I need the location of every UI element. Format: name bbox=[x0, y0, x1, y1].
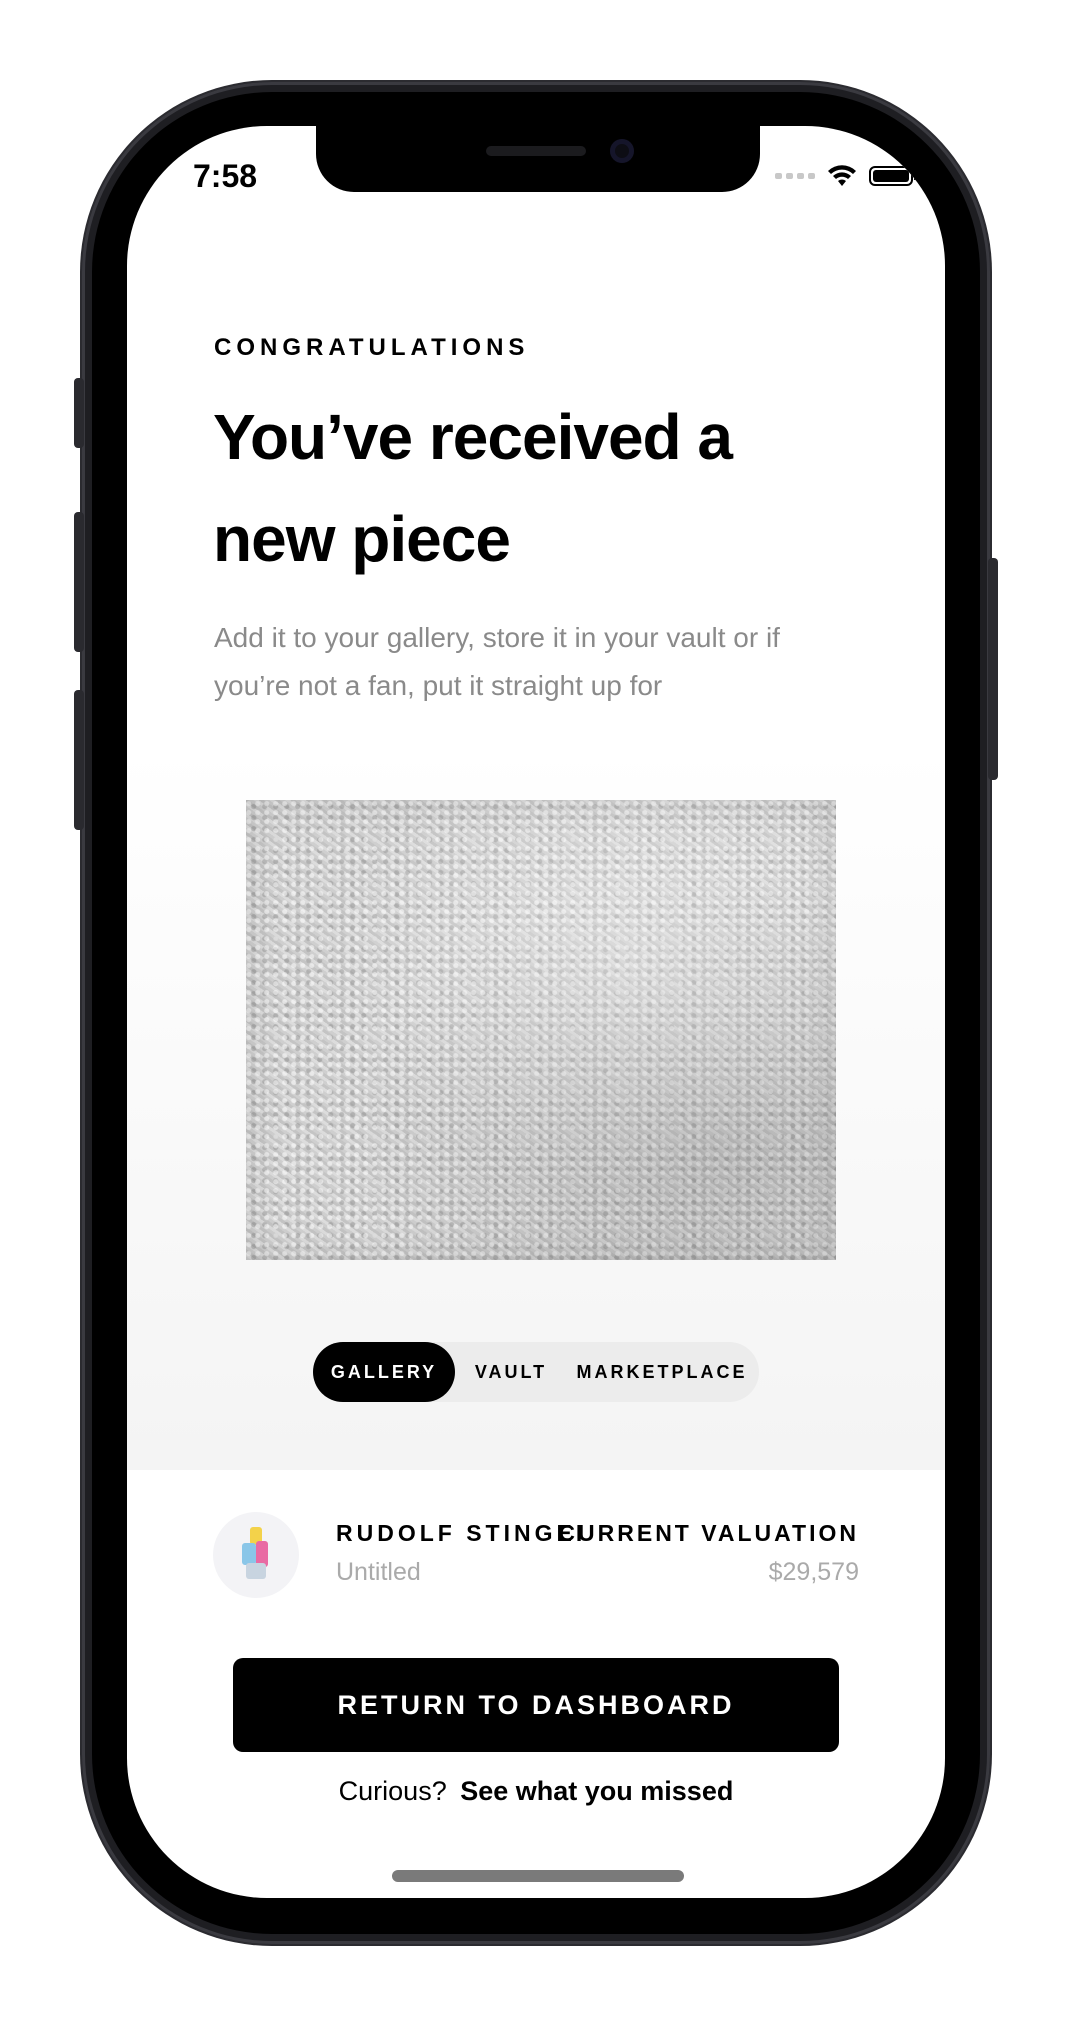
tab-gallery[interactable]: GALLERY bbox=[313, 1342, 455, 1402]
notch bbox=[316, 126, 760, 192]
volume-up-button bbox=[74, 512, 84, 652]
volume-down-button bbox=[74, 690, 84, 830]
page-title: You’ve received a new piece bbox=[213, 401, 733, 575]
screen: 7:58 CONGRATULATIONS You’ve received a n… bbox=[127, 126, 945, 1898]
tab-vault[interactable]: VAULT bbox=[455, 1342, 567, 1402]
mute-switch bbox=[74, 378, 84, 448]
tab-marketplace[interactable]: MARKETPLACE bbox=[567, 1342, 757, 1402]
artist-name: RUDOLF STINGEI bbox=[336, 1520, 587, 1546]
status-icons bbox=[775, 164, 917, 188]
status-time: 7:58 bbox=[193, 158, 258, 194]
valuation-value: $29,579 bbox=[768, 1558, 859, 1586]
cellular-signal-icon bbox=[775, 173, 815, 179]
return-to-dashboard-button[interactable]: RETURN TO DASHBOARD bbox=[233, 1658, 839, 1752]
see-what-you-missed-link[interactable]: See what you missed bbox=[460, 1776, 733, 1806]
page-subtitle: Add it to your gallery, store it in your… bbox=[214, 622, 780, 701]
footer-prompt: Curious? See what you missed bbox=[127, 1776, 945, 1807]
front-camera bbox=[610, 139, 634, 163]
footer-prefix: Curious? bbox=[338, 1776, 447, 1806]
artwork-title: Untitled bbox=[336, 1558, 421, 1586]
home-indicator[interactable] bbox=[392, 1870, 684, 1882]
battery-icon bbox=[869, 166, 917, 186]
artist-avatar bbox=[213, 1512, 299, 1598]
wifi-icon bbox=[828, 165, 856, 186]
artwork-image bbox=[246, 800, 836, 1260]
congratulations-eyebrow: CONGRATULATIONS bbox=[214, 334, 530, 361]
valuation-label: CURRENT VALUATION bbox=[558, 1520, 859, 1546]
sculpture-thumbnail-icon bbox=[236, 1527, 276, 1583]
speaker-grille bbox=[486, 146, 586, 156]
destination-selector: GALLERY VAULT MARKETPLACE bbox=[313, 1342, 759, 1402]
power-button bbox=[988, 558, 998, 780]
